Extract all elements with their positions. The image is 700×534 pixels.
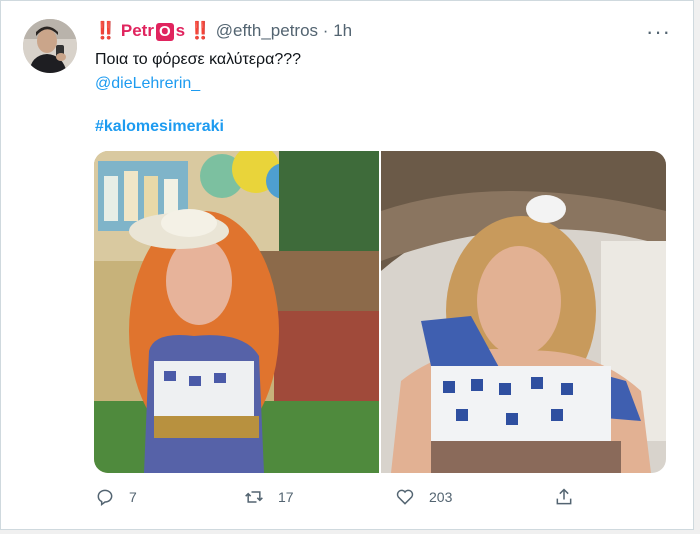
reply-icon (97, 489, 113, 506)
reply-button[interactable]: 7 (95, 487, 137, 507)
share-button[interactable] (554, 487, 574, 507)
action-bar: 7 17 203 (1, 487, 695, 511)
retweet-count: 17 (278, 489, 294, 505)
display-name-boxed-letter: O (155, 23, 174, 41)
photo-right-image (381, 151, 666, 473)
avatar[interactable] (23, 19, 77, 73)
hashtag-link[interactable]: #kalomesimeraki (95, 118, 224, 136)
like-button[interactable]: 203 (395, 487, 452, 507)
media-grid (94, 151, 666, 473)
timestamp[interactable]: 1h (333, 21, 352, 40)
photo-right[interactable] (381, 151, 666, 473)
separator: · (322, 21, 329, 40)
display-name-prefix: ‼️ Petr (95, 21, 154, 40)
reply-count: 7 (129, 489, 137, 505)
share-icon (556, 488, 572, 505)
tweet-text: Ποια το φόρεσε καλύτερα??? (95, 51, 302, 68)
display-name[interactable]: ‼️ Petr Os ‼️ (95, 21, 211, 41)
avatar-image (23, 19, 77, 73)
more-icon[interactable]: ··· (646, 19, 671, 45)
retweet-button[interactable]: 17 (244, 487, 294, 507)
retweet-icon (245, 491, 263, 503)
tweet-card[interactable]: ‼️ Petr Os ‼️ @efth_petros · 1h ··· Ποια … (0, 0, 694, 530)
mention-link[interactable]: @dieLehrerin_ (95, 75, 200, 93)
like-icon (396, 489, 414, 505)
tweet-header: ‼️ Petr Os ‼️ @efth_petros · 1h (95, 21, 352, 41)
handle[interactable]: @efth_petros (216, 21, 318, 40)
display-name-suffix: s ‼️ (175, 21, 211, 40)
like-count: 203 (429, 489, 453, 505)
photo-left-image (94, 151, 379, 473)
photo-left[interactable] (94, 151, 379, 473)
